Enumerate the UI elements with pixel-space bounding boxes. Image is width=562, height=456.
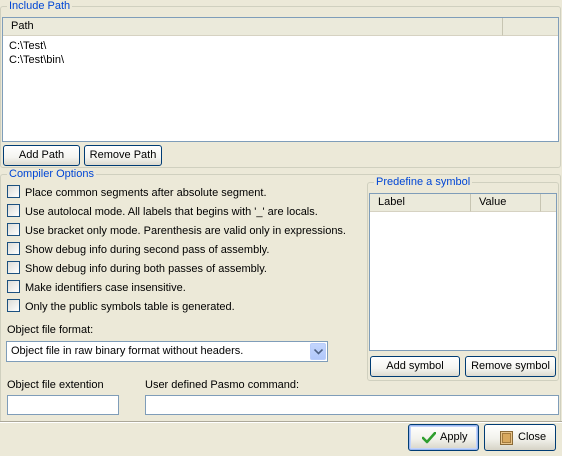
remove-path-button[interactable]: Remove Path: [84, 145, 162, 166]
footer-divider: [0, 421, 562, 423]
path-column-filler: [503, 18, 558, 36]
checkbox[interactable]: [7, 204, 20, 217]
apply-button[interactable]: Apply: [408, 424, 479, 451]
checkbox[interactable]: [7, 280, 20, 293]
close-button[interactable]: Close: [484, 424, 556, 451]
option-debug-both-passes[interactable]: Show debug info during both passes of as…: [7, 261, 267, 277]
option-case-insensitive[interactable]: Make identifiers case insensitive.: [7, 280, 186, 296]
compiler-options-title: Compiler Options: [9, 168, 94, 180]
object-format-value: Object file in raw binary format without…: [11, 345, 244, 357]
option-bracket-only[interactable]: Use bracket only mode. Parenthesis are v…: [7, 223, 346, 239]
chevron-down-icon[interactable]: [310, 343, 326, 360]
pasmo-command-label: User defined Pasmo command:: [145, 379, 300, 391]
checkbox[interactable]: [7, 223, 20, 236]
close-door-icon: [500, 431, 513, 445]
add-symbol-button[interactable]: Add symbol: [370, 356, 460, 377]
include-path-title: Include Path: [9, 0, 71, 12]
list-item[interactable]: C:\Test\: [9, 39, 46, 53]
option-debug-second-pass[interactable]: Show debug info during second pass of as…: [7, 242, 269, 258]
object-format-select[interactable]: Object file in raw binary format without…: [6, 341, 328, 362]
option-common-segments[interactable]: Place common segments after absolute seg…: [7, 185, 267, 201]
add-path-button[interactable]: Add Path: [3, 145, 80, 166]
option-public-symbols[interactable]: Only the public symbols table is generat…: [7, 299, 235, 315]
list-item[interactable]: C:\Test\bin\: [9, 53, 64, 67]
object-format-label: Object file format:: [7, 324, 94, 336]
pasmo-command-input[interactable]: [145, 395, 559, 415]
checkbox[interactable]: [7, 261, 20, 274]
apply-label: Apply: [440, 431, 468, 443]
path-column-header[interactable]: Path: [3, 18, 503, 36]
option-label: Use bracket only mode. Parenthesis are v…: [25, 225, 346, 237]
close-label: Close: [518, 431, 547, 443]
extension-label: Object file extention: [7, 379, 104, 391]
symbol-list[interactable]: Label Value: [369, 193, 557, 351]
option-autolocal[interactable]: Use autolocal mode. All labels that begi…: [7, 204, 318, 220]
label-column-header[interactable]: Label: [370, 194, 471, 212]
checkbox[interactable]: [7, 242, 20, 255]
checkbox[interactable]: [7, 299, 20, 312]
predefine-symbol-title: Predefine a symbol: [376, 176, 471, 188]
symbol-column-filler: [541, 194, 556, 212]
option-label: Only the public symbols table is generat…: [25, 301, 235, 313]
option-label: Place common segments after absolute seg…: [25, 187, 267, 199]
option-label: Show debug info during second pass of as…: [25, 244, 270, 256]
option-label: Show debug info during both passes of as…: [25, 263, 267, 275]
extension-input[interactable]: [7, 395, 119, 415]
checkbox[interactable]: [7, 185, 20, 198]
check-icon: [422, 432, 436, 444]
option-label: Use autolocal mode. All labels that begi…: [25, 206, 318, 218]
include-path-list[interactable]: Path C:\Test\ C:\Test\bin\: [2, 17, 559, 142]
option-label: Make identifiers case insensitive.: [25, 282, 186, 294]
value-column-header[interactable]: Value: [471, 194, 541, 212]
remove-symbol-button[interactable]: Remove symbol: [465, 356, 556, 377]
